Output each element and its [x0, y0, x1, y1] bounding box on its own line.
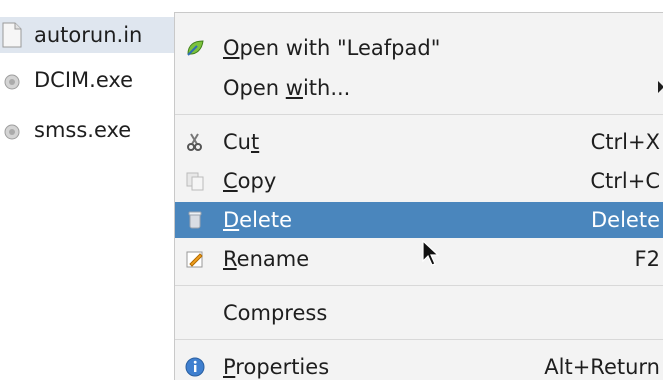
menu-label: Compress — [223, 301, 328, 325]
menu-item-properties[interactable]: Properties Alt+Return — [175, 349, 663, 385]
menu-label: Open with "Leafpad" — [223, 36, 441, 60]
menu-item-copy[interactable]: Copy Ctrl+C — [175, 163, 663, 199]
menu-label: Cut — [223, 130, 260, 154]
text-file-icon — [2, 22, 22, 48]
menu-separator — [175, 114, 663, 115]
menu-item-compress[interactable]: Compress — [175, 295, 663, 331]
menu-shortcut: Alt+Return — [544, 355, 660, 379]
submenu-arrow-icon — [658, 81, 663, 93]
trash-icon — [188, 211, 202, 229]
info-icon — [185, 357, 205, 377]
menu-label: Properties — [223, 355, 330, 379]
menu-label: Open with... — [223, 76, 351, 100]
menu-item-open-with-leafpad[interactable]: Open with "Leafpad" — [175, 30, 663, 66]
file-item-autorun[interactable]: autorun.in — [0, 17, 175, 53]
copy-icon — [186, 172, 204, 191]
menu-item-rename[interactable]: Rename F2 — [175, 241, 663, 277]
file-name: autorun.in — [34, 23, 143, 47]
executable-icon — [4, 124, 20, 140]
file-name: DCIM.exe — [34, 68, 134, 92]
menu-item-open-with[interactable]: Open with... — [175, 70, 663, 106]
context-menu: Open with "Leafpad" Open with... Cut Ctr… — [174, 12, 663, 380]
mouse-pointer-icon — [422, 240, 440, 266]
menu-shortcut: Ctrl+C — [590, 169, 660, 193]
file-name: smss.exe — [34, 118, 132, 142]
file-list: autorun.in DCIM.exe smss.exe — [0, 0, 175, 379]
menu-shortcut: Delete — [591, 208, 660, 232]
rename-icon — [186, 251, 203, 268]
menu-shortcut: Ctrl+X — [590, 130, 660, 154]
scissors-icon — [187, 133, 202, 151]
menu-separator — [175, 285, 663, 286]
menu-item-cut[interactable]: Cut Ctrl+X — [175, 124, 663, 160]
menu-item-delete[interactable]: Delete Delete — [175, 202, 663, 238]
menu-label: Rename — [223, 247, 310, 271]
menu-label: Delete — [223, 208, 292, 232]
executable-icon — [4, 74, 20, 90]
leafpad-icon — [187, 40, 204, 56]
menu-shortcut: F2 — [634, 247, 660, 271]
menu-separator — [175, 339, 663, 340]
menu-label: Copy — [223, 169, 277, 193]
